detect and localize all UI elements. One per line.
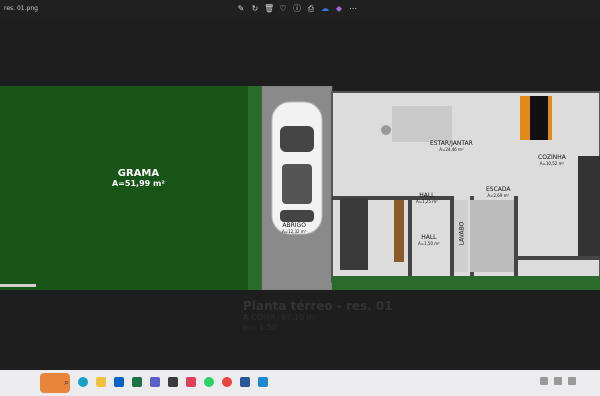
rotate-icon[interactable]: ↻ bbox=[250, 4, 260, 14]
label-cozinha-name: COZINHA bbox=[538, 154, 566, 161]
toolbar: ✎ ↻ 🗑 ♡ ⓘ ⎙ ☁ ◆ ⋯ bbox=[236, 4, 358, 14]
chrome-icon[interactable] bbox=[222, 377, 232, 387]
label-hall-2-name: HALL bbox=[421, 234, 437, 241]
favorite-icon[interactable]: ♡ bbox=[278, 4, 288, 14]
label-lavabo: LAVABO bbox=[458, 221, 466, 246]
print-icon[interactable]: ⎙ bbox=[306, 4, 316, 14]
label-hall-1: HALL A=1,25 m² bbox=[416, 192, 438, 204]
label-cozinha: COZINHA A=10,52 m² bbox=[538, 154, 566, 166]
vscode-icon[interactable] bbox=[258, 377, 268, 387]
image-viewer: GRAMA A=51,99 m² ABRIGO A=12,32 m² ESTAR… bbox=[0, 20, 600, 370]
plan-title: Planta térreo - res. 01 bbox=[243, 299, 393, 313]
label-grama-name: GRAMA bbox=[117, 168, 160, 179]
label-escada-area: A=2,69 m² bbox=[487, 193, 510, 198]
label-estar-name: ESTAR/JANTAR bbox=[430, 140, 473, 147]
search-icon[interactable]: ⌕ bbox=[64, 378, 69, 388]
word-icon[interactable] bbox=[240, 377, 250, 387]
app-icon[interactable] bbox=[186, 377, 196, 387]
excel-icon[interactable] bbox=[132, 377, 142, 387]
network-icon[interactable] bbox=[554, 377, 562, 385]
files-icon[interactable] bbox=[96, 377, 106, 387]
delete-icon[interactable]: 🗑 bbox=[264, 4, 274, 14]
label-estar: ESTAR/JANTAR A=24,46 m² bbox=[430, 140, 473, 152]
label-hall-1-area: A=1,25 m² bbox=[416, 199, 438, 204]
label-hall-2-area: A=1,50 m² bbox=[418, 241, 440, 246]
copilot-icon[interactable]: ◆ bbox=[334, 4, 344, 14]
outlook-icon[interactable] bbox=[114, 377, 124, 387]
label-estar-area: A=24,46 m² bbox=[439, 147, 464, 152]
volume-icon[interactable] bbox=[568, 377, 576, 385]
plan-scale: esc 1:50 bbox=[243, 323, 277, 332]
plan-comp: A COMP.: 67,16 m² bbox=[243, 313, 318, 322]
label-escada: ESCADA A=2,69 m² bbox=[486, 186, 511, 198]
more-icon[interactable]: ⋯ bbox=[348, 4, 358, 14]
car-icon bbox=[271, 101, 323, 235]
chevron-up-icon[interactable] bbox=[540, 377, 548, 385]
edge-icon[interactable] bbox=[78, 377, 88, 387]
label-grama-area: A=51,99 m² bbox=[112, 179, 165, 188]
file-name: res. 01.png bbox=[4, 5, 38, 12]
whatsapp-icon[interactable] bbox=[204, 377, 214, 387]
teams-icon[interactable] bbox=[150, 377, 160, 387]
taskbar: ⌕ bbox=[0, 370, 600, 396]
label-escada-name: ESCADA bbox=[486, 186, 511, 193]
label-cozinha-area: A=10,52 m² bbox=[539, 161, 565, 166]
label-grama: GRAMA A=51,99 m² bbox=[112, 168, 165, 188]
label-hall-1-name: HALL bbox=[419, 192, 435, 199]
label-abrigo-name: ABRIGO bbox=[282, 222, 306, 229]
title-bar: res. 01.png ✎ ↻ 🗑 ♡ ⓘ ⎙ ☁ ◆ ⋯ bbox=[0, 0, 600, 20]
edit-icon[interactable]: ✎ bbox=[236, 4, 246, 14]
label-abrigo: ABRIGO A=12,32 m² bbox=[282, 222, 306, 234]
label-abrigo-area: A=12,32 m² bbox=[282, 229, 307, 234]
label-hall-2: HALL A=1,50 m² bbox=[418, 234, 440, 246]
store-icon[interactable] bbox=[168, 377, 178, 387]
info-icon[interactable]: ⓘ bbox=[292, 4, 302, 14]
onedrive-icon[interactable]: ☁ bbox=[320, 4, 330, 14]
